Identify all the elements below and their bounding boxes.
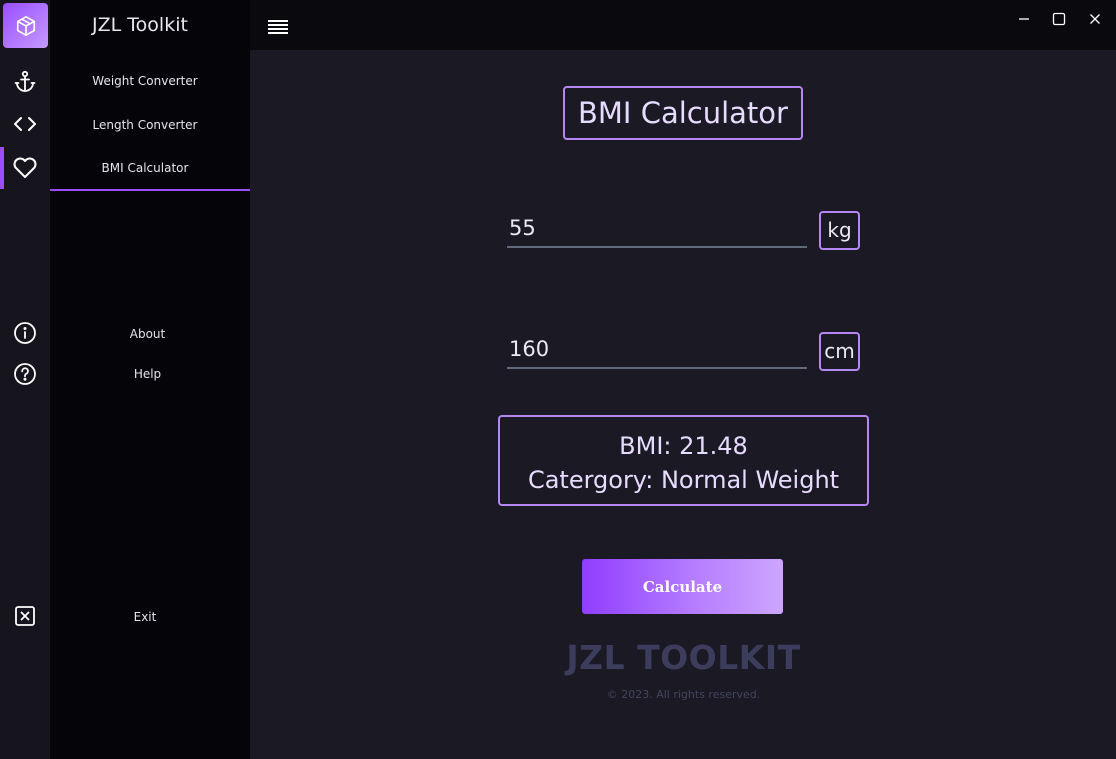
height-input[interactable] (507, 331, 807, 367)
maximize-button[interactable] (1050, 10, 1068, 28)
brand-watermark: JZL TOOLKIT (566, 638, 801, 677)
heart-icon (13, 157, 37, 178)
help-icon (14, 363, 36, 385)
rail-weight-converter[interactable] (0, 63, 50, 99)
weight-unit-badge: kg (819, 211, 860, 250)
copyright-text: © 2023. All rights reserved. (606, 688, 761, 701)
app-title: JZL Toolkit (92, 14, 188, 36)
menu-toggle-button[interactable] (268, 19, 288, 34)
page-title: BMI Calculator (563, 86, 803, 140)
minimize-button[interactable] (1015, 10, 1033, 28)
app-window: JZL Toolkit Weight Converter Length Conv… (0, 0, 1116, 759)
close-icon (1090, 14, 1100, 24)
main-panel: BMI Calculator kg cm BMI: 21.48 Catergor… (250, 50, 1116, 759)
close-button[interactable] (1086, 10, 1104, 28)
maximize-icon (1052, 12, 1066, 26)
sidebar-item-exit[interactable]: Exit (50, 610, 240, 624)
sidebar-item-weight-converter[interactable]: Weight Converter (50, 74, 240, 88)
calculate-button[interactable]: Calculate (582, 559, 783, 614)
height-field[interactable] (507, 331, 807, 369)
sidebar-item-length-converter[interactable]: Length Converter (50, 118, 240, 132)
minimize-icon (1019, 18, 1029, 20)
sidebar-item-help[interactable]: Help (50, 367, 245, 381)
hamburger-icon (268, 20, 288, 34)
bmi-value-text: BMI: 21.48 (619, 432, 748, 460)
bmi-category-text: Catergory: Normal Weight (527, 466, 840, 494)
rail-about[interactable] (0, 315, 50, 351)
rail-bmi-calculator[interactable] (0, 150, 50, 186)
sidebar-item-bmi-calculator[interactable]: BMI Calculator (50, 161, 240, 175)
anchor-icon (14, 70, 36, 92)
app-logo[interactable] (3, 3, 48, 48)
cube-icon (16, 15, 35, 36)
weight-input[interactable] (507, 210, 807, 246)
icon-rail (0, 0, 50, 759)
exit-icon (15, 606, 35, 626)
height-unit-badge: cm (819, 332, 860, 371)
rail-exit[interactable] (0, 598, 50, 634)
result-box: BMI: 21.48 Catergory: Normal Weight (498, 415, 869, 506)
info-icon (14, 322, 36, 344)
rail-length-converter[interactable] (0, 106, 50, 142)
weight-field[interactable] (507, 210, 807, 248)
code-icon (14, 117, 36, 131)
rail-help[interactable] (0, 356, 50, 392)
sidebar: JZL Toolkit Weight Converter Length Conv… (50, 0, 250, 759)
sidebar-item-about[interactable]: About (50, 327, 245, 341)
